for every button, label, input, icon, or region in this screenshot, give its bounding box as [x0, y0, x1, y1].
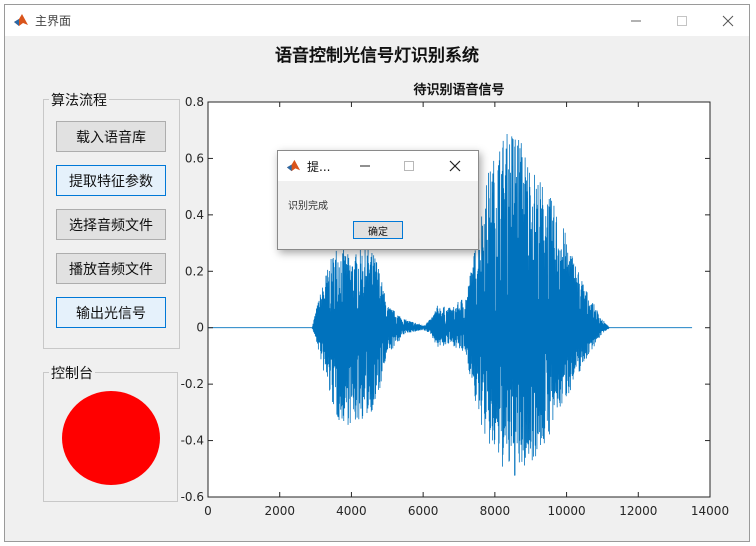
speech-signal-chart: 待识别语音信号 0 2000 4000 6000 8000 10000 12000 14000…: [181, 82, 730, 518]
dialog-title: 提...: [307, 160, 331, 174]
x-tick-label: 0: [204, 504, 212, 518]
maximize-icon: [404, 161, 414, 171]
x-tick-label: 12000: [619, 504, 657, 518]
x-tick-label: 2000: [264, 504, 295, 518]
dialog-close-button[interactable]: [435, 151, 475, 181]
y-tick-label: 0.8: [185, 95, 204, 109]
close-icon: [449, 160, 461, 172]
x-tick-label: 4000: [336, 504, 367, 518]
y-tick-label: -0.6: [181, 490, 204, 504]
minimize-icon: [360, 165, 370, 167]
y-tick-label: -0.2: [181, 377, 204, 391]
y-tick-label: 0.6: [185, 151, 204, 165]
x-tick-label: 6000: [408, 504, 439, 518]
y-tick-label: 0.2: [185, 264, 204, 278]
dialog-minimize-button[interactable]: [345, 151, 385, 181]
y-tick-label: 0.4: [185, 208, 204, 222]
x-tick-label: 8000: [480, 504, 511, 518]
dialog-message: 识别完成: [288, 201, 328, 212]
x-tick-label: 14000: [691, 504, 729, 518]
chart-title: 待识别语音信号: [412, 82, 504, 98]
dialog-title-bar: 提...: [278, 151, 478, 181]
dialog-ok-button[interactable]: 确定: [353, 221, 403, 239]
matlab-icon: [286, 159, 301, 172]
recognition-complete-dialog: 提... 识别完成 确定: [277, 150, 479, 250]
x-tick-label: 10000: [547, 504, 585, 518]
y-tick-label: 0: [196, 321, 204, 335]
y-tick-label: -0.4: [181, 434, 204, 448]
dialog-maximize-button[interactable]: [389, 151, 429, 181]
